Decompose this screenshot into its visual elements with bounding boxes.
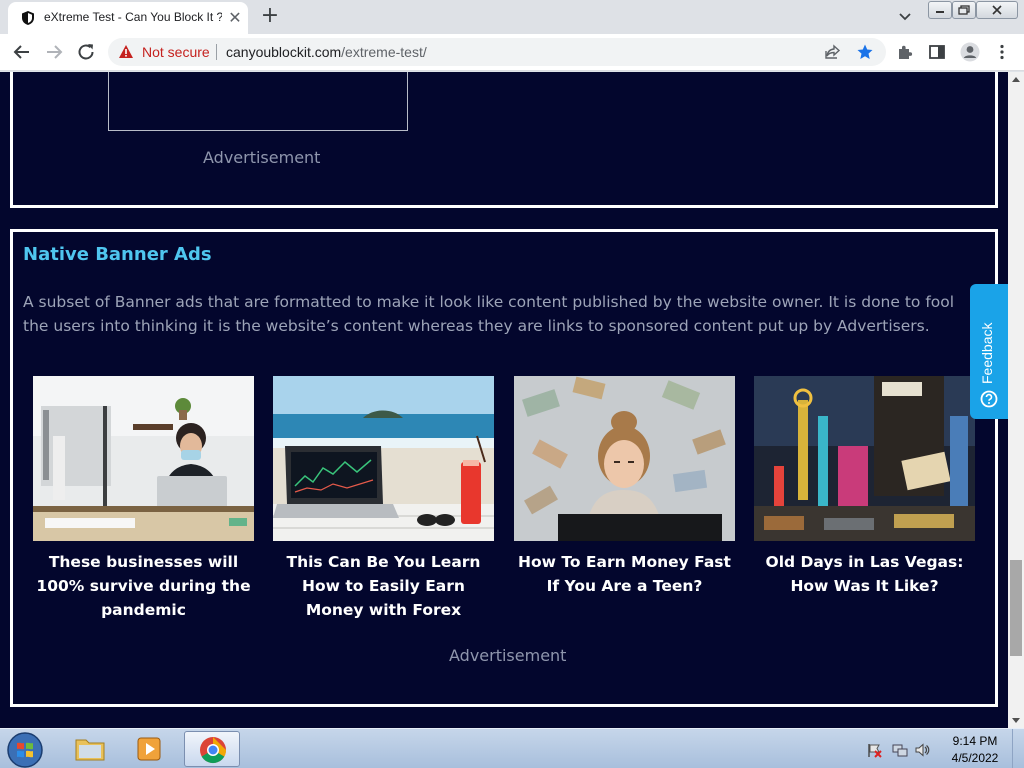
- chrome-icon: [200, 737, 227, 764]
- reload-icon[interactable]: [74, 40, 98, 64]
- bookmark-star-icon[interactable]: [856, 43, 874, 61]
- restore-icon: [958, 5, 970, 15]
- advertisement-label: Advertisement: [203, 148, 321, 167]
- address-separator: [216, 44, 217, 60]
- warning-triangle-icon[interactable]: [118, 44, 134, 59]
- card-title[interactable]: Old Days in Las Vegas: How Was It Like?: [754, 550, 975, 598]
- forward-arrow-icon[interactable]: [42, 40, 66, 64]
- close-window-button[interactable]: [976, 1, 1018, 19]
- tab-close-icon[interactable]: ✕: [226, 9, 244, 27]
- not-secure-label[interactable]: Not secure: [142, 44, 210, 60]
- media-player-icon: [137, 737, 161, 761]
- chevron-down-icon[interactable]: [896, 9, 914, 25]
- browser-tab[interactable]: eXtreme Test - Can You Block It ? ✕: [8, 2, 248, 34]
- tab-strip: eXtreme Test - Can You Block It ? ✕ +: [0, 0, 1024, 34]
- feedback-tab[interactable]: Feedback: [970, 284, 1008, 419]
- scrollbar-thumb[interactable]: [1010, 560, 1022, 656]
- card-title[interactable]: This Can Be You Learn How to Easily Earn…: [273, 550, 494, 622]
- feedback-chat-icon: [980, 390, 998, 408]
- action-center-flag-icon[interactable]: [866, 742, 882, 758]
- las-vegas-street-image[interactable]: [754, 376, 975, 541]
- card-title[interactable]: These businesses will 100% survive durin…: [33, 550, 254, 622]
- url-text[interactable]: canyoublockit.com/extreme-test/: [226, 44, 427, 60]
- shield-icon: [22, 11, 34, 25]
- office-woman-mask-image[interactable]: [33, 376, 254, 541]
- page-viewport: Advertisement Native Banner Ads A subset…: [0, 72, 1008, 728]
- extensions-puzzle-icon[interactable]: [896, 43, 914, 61]
- taskbar-chrome[interactable]: [184, 731, 240, 767]
- taskbar-file-explorer[interactable]: [62, 731, 118, 767]
- minimize-icon: [936, 11, 944, 13]
- back-arrow-icon[interactable]: [10, 40, 34, 64]
- url-host: canyoublockit.com: [226, 44, 342, 60]
- volume-icon[interactable]: [914, 742, 930, 758]
- clock-date[interactable]: 4/5/2022: [946, 751, 1004, 765]
- folder-icon: [75, 739, 105, 761]
- address-bar[interactable]: Not secure canyoublockit.com/extreme-tes…: [108, 38, 886, 66]
- minimize-button[interactable]: [928, 1, 952, 19]
- card-title[interactable]: How To Earn Money Fast If You Are a Teen…: [514, 550, 735, 598]
- laptop-beach-image[interactable]: [273, 376, 494, 541]
- feedback-label: Feedback: [979, 322, 995, 384]
- network-icon[interactable]: [892, 742, 908, 758]
- windows-taskbar: 9:14 PM 4/5/2022: [0, 728, 1024, 768]
- start-button-icon[interactable]: [6, 731, 44, 768]
- maximize-button[interactable]: [952, 1, 976, 19]
- section-description: A subset of Banner ads that are formatte…: [23, 293, 955, 335]
- scroll-down-arrow-icon[interactable]: [1012, 716, 1020, 724]
- advertisement-label: Advertisement: [449, 646, 567, 665]
- more-menu-icon[interactable]: [994, 43, 1010, 61]
- banner-ad-frame[interactable]: [108, 72, 408, 131]
- new-tab-button[interactable]: +: [258, 5, 282, 29]
- show-desktop-button[interactable]: [1012, 729, 1024, 768]
- close-icon: [992, 5, 1002, 15]
- scroll-up-arrow-icon[interactable]: [1012, 76, 1020, 84]
- browser-toolbar: Not secure canyoublockit.com/extreme-tes…: [0, 34, 1024, 71]
- section-heading: Native Banner Ads: [23, 244, 212, 265]
- share-icon[interactable]: [824, 43, 842, 61]
- clock-time[interactable]: 9:14 PM: [950, 734, 1000, 748]
- side-panel-icon[interactable]: [928, 43, 946, 61]
- url-path: /extreme-test/: [341, 44, 427, 60]
- taskbar-media-player[interactable]: [122, 731, 178, 767]
- profile-avatar-icon[interactable]: [960, 42, 980, 62]
- tab-title: eXtreme Test - Can You Block It ?: [44, 10, 222, 24]
- page-scrollbar[interactable]: [1008, 72, 1024, 728]
- girl-flying-money-image[interactable]: [514, 376, 735, 541]
